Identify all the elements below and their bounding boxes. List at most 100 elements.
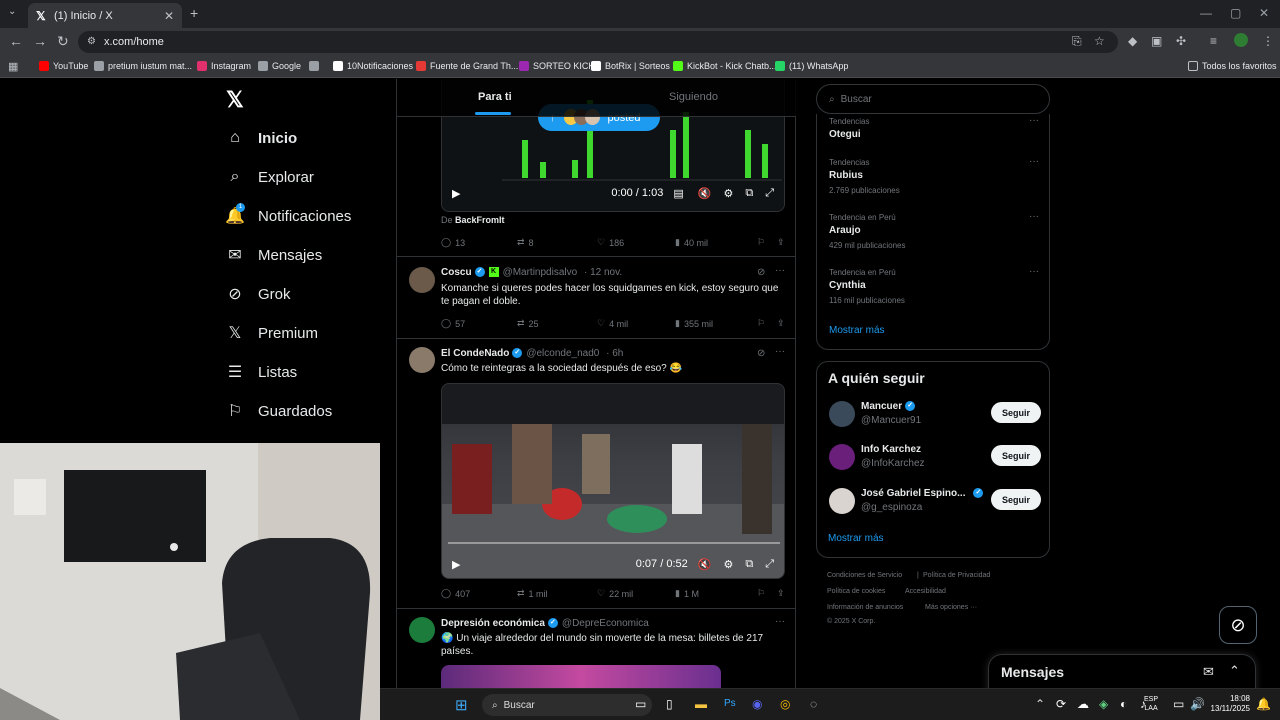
onedrive-icon[interactable]: ☁ (1077, 697, 1089, 711)
repost-button[interactable]: ⇄ 8 (517, 237, 597, 248)
bookmark-item[interactable]: pretium iustum mat... (94, 61, 192, 71)
tab-siguiendo[interactable]: Siguiendo (669, 91, 718, 103)
more-dots-icon[interactable]: ··· (1029, 115, 1039, 126)
taskbar-search[interactable]: ⌕ Buscar (482, 694, 652, 716)
tweet-image[interactable] (441, 665, 721, 688)
apps-grid-icon[interactable]: ▦ (8, 60, 18, 73)
back-icon[interactable]: ← (9, 33, 23, 49)
footer-more-link[interactable]: Más opciones ··· (925, 604, 977, 611)
share-icon[interactable]: ⇪ (777, 318, 785, 329)
sidebar-item-premium[interactable]: 𝕏 Premium (226, 324, 318, 343)
discord-icon[interactable]: ◉ (752, 697, 762, 711)
play-icon[interactable]: ▶ (452, 187, 460, 200)
more-dots-icon[interactable]: ··· (1029, 211, 1039, 222)
show-more-follow-link[interactable]: Mostrar más (828, 533, 884, 544)
extension-icon[interactable]: ◆ (1128, 34, 1137, 48)
source-name[interactable]: BackFromIt (455, 215, 505, 225)
bookmark-icon[interactable]: ⚐ (757, 237, 777, 248)
tweet-author[interactable]: El CondeNado ✓ @elconde_nad0 · 6h (441, 348, 623, 359)
bookmark-item[interactable]: Fuente de Grand Th... (416, 61, 518, 71)
speaker-icon[interactable]: 🔊 (1190, 697, 1205, 711)
sidebar-item-listas[interactable]: ☰ Listas (226, 363, 297, 382)
play-icon[interactable]: ▶ (452, 558, 460, 571)
avatar[interactable] (829, 488, 855, 514)
tab-search-icon[interactable]: ⌄ (8, 6, 16, 17)
grok-icon[interactable]: ⊘ (757, 267, 765, 278)
like-button[interactable]: ♡ 22 mil (597, 588, 675, 599)
app-icon[interactable]: ▯ (666, 697, 673, 711)
bookmark-item[interactable] (309, 61, 323, 71)
notification-bell-icon[interactable]: 🔔 (1256, 697, 1271, 711)
repost-button[interactable]: ⇄ 1 mil (517, 588, 597, 599)
close-tab-icon[interactable]: ✕ (164, 9, 174, 23)
task-view-icon[interactable]: ▭ (635, 697, 646, 711)
reload-icon[interactable]: ↻ (57, 33, 69, 50)
avatar[interactable] (829, 444, 855, 470)
settings-gear-icon[interactable]: ⚙ (723, 187, 733, 200)
footer-ads-link[interactable]: Información de anuncios (827, 604, 903, 611)
tweet-author[interactable]: Depresión económica ✓ @DepreEconomica (441, 618, 649, 629)
footer-privacy-link[interactable]: Política de Privacidad (923, 572, 990, 579)
messages-drawer[interactable]: Mensajes ✉ ⌃ (988, 654, 1256, 688)
windows-start-icon[interactable]: ⊞ (455, 696, 468, 714)
file-explorer-icon[interactable]: ▬ (695, 697, 707, 711)
bookmark-item[interactable]: YouTube (39, 61, 88, 71)
views-button[interactable]: ▮ 355 mil (675, 318, 757, 329)
menu-dots-icon[interactable]: ⋮ (1262, 34, 1274, 48)
avatar[interactable] (409, 267, 435, 293)
repost-button[interactable]: ⇄ 25 (517, 318, 597, 329)
x-logo-icon[interactable]: 𝕏 (226, 87, 244, 113)
footer-cookies-link[interactable]: Política de cookies (827, 588, 885, 595)
views-button[interactable]: ▮ 1 M (675, 588, 757, 599)
sidebar-item-mensajes[interactable]: ✉ Mensajes (226, 246, 322, 265)
mute-icon[interactable]: 🔇 (698, 558, 712, 571)
tweet-video[interactable]: ▶ 0:07 / 0:52 🔇 ⚙ ⧉ ⤢ (441, 383, 785, 579)
tab-para-ti[interactable]: Para ti (478, 91, 512, 103)
tray-icon[interactable]: ◈ (1099, 697, 1108, 711)
trend-item[interactable]: Tendencia en Perú Cynthia 116 mil publicac… (829, 266, 1039, 305)
address-bar[interactable] (78, 31, 1118, 53)
bookmark-item[interactable]: KickBot - Kick Chatb... (673, 61, 777, 71)
captions-icon[interactable]: ▤ (673, 187, 683, 200)
trend-item[interactable]: Tendencia en Perú Araujo 429 mil publicaci… (829, 211, 1039, 250)
show-more-trends-link[interactable]: Mostrar más (829, 325, 885, 336)
reply-button[interactable]: ◯ 57 (441, 318, 517, 329)
video-progress-track[interactable] (448, 542, 780, 544)
more-dots-icon[interactable]: ··· (1029, 156, 1039, 167)
sidebar-item-inicio[interactable]: ⌂ Inicio (226, 129, 297, 147)
extensions-puzzle-icon[interactable]: ✣ (1176, 34, 1186, 48)
footer-terms-link[interactable]: Condiciones de Servicio (827, 572, 902, 579)
like-button[interactable]: ♡ 4 mil (597, 318, 675, 329)
tray-overflow-icon[interactable]: ⌃ (1035, 697, 1045, 711)
site-info-icon[interactable]: ⚙ (87, 36, 96, 47)
trend-item[interactable]: Tendencias Otegui ··· (829, 115, 1039, 140)
views-button[interactable]: ▮ 40 mil (675, 237, 757, 248)
follow-suggestion[interactable]: Info Karchez @InfoKarchez Seguir (829, 442, 1041, 472)
settings-gear-icon[interactable]: ⚙ (723, 558, 733, 571)
follow-suggestion[interactable]: Mancuer ✓ @Mancuer91 Seguir (829, 399, 1041, 429)
fullscreen-icon[interactable]: ⤢ (765, 187, 774, 200)
follow-suggestion[interactable]: José Gabriel Espino... ✓ @g_espinoza Segu… (829, 486, 1041, 516)
footer-accessibility-link[interactable]: Accesibilidad (905, 588, 946, 595)
bookmark-item[interactable]: 10Notificaciones (333, 61, 413, 71)
grok-icon[interactable]: ⊘ (757, 348, 765, 359)
star-icon[interactable]: ☆ (1094, 34, 1105, 48)
sidebar-item-grok[interactable]: ⊘ Grok (226, 285, 290, 304)
more-dots-icon[interactable]: ··· (775, 616, 785, 627)
new-message-icon[interactable]: ✉ (1203, 664, 1214, 680)
bookmark-icon[interactable]: ⚐ (757, 318, 777, 329)
avatar[interactable] (409, 347, 435, 373)
more-dots-icon[interactable]: ··· (1029, 266, 1039, 277)
reply-button[interactable]: ◯ 13 (441, 237, 517, 248)
close-window-icon[interactable]: ✕ (1259, 6, 1269, 20)
follow-button[interactable]: Seguir (991, 445, 1041, 466)
tray-icon[interactable]: ◐ (1120, 697, 1127, 711)
language-indicator[interactable]: ESP LAA (1144, 695, 1158, 713)
share-icon[interactable]: ⇪ (777, 237, 785, 248)
sidebar-item-explorar[interactable]: ⌕ Explorar (226, 168, 314, 186)
avatar[interactable] (829, 401, 855, 427)
all-bookmarks-folder[interactable]: Todos los favoritos (1188, 61, 1277, 71)
forward-icon[interactable]: → (33, 33, 47, 49)
tweet-author[interactable]: Coscu ✓ K @Martinpdisalvo · 12 nov. (441, 267, 622, 278)
minimize-icon[interactable]: — (1200, 6, 1212, 20)
